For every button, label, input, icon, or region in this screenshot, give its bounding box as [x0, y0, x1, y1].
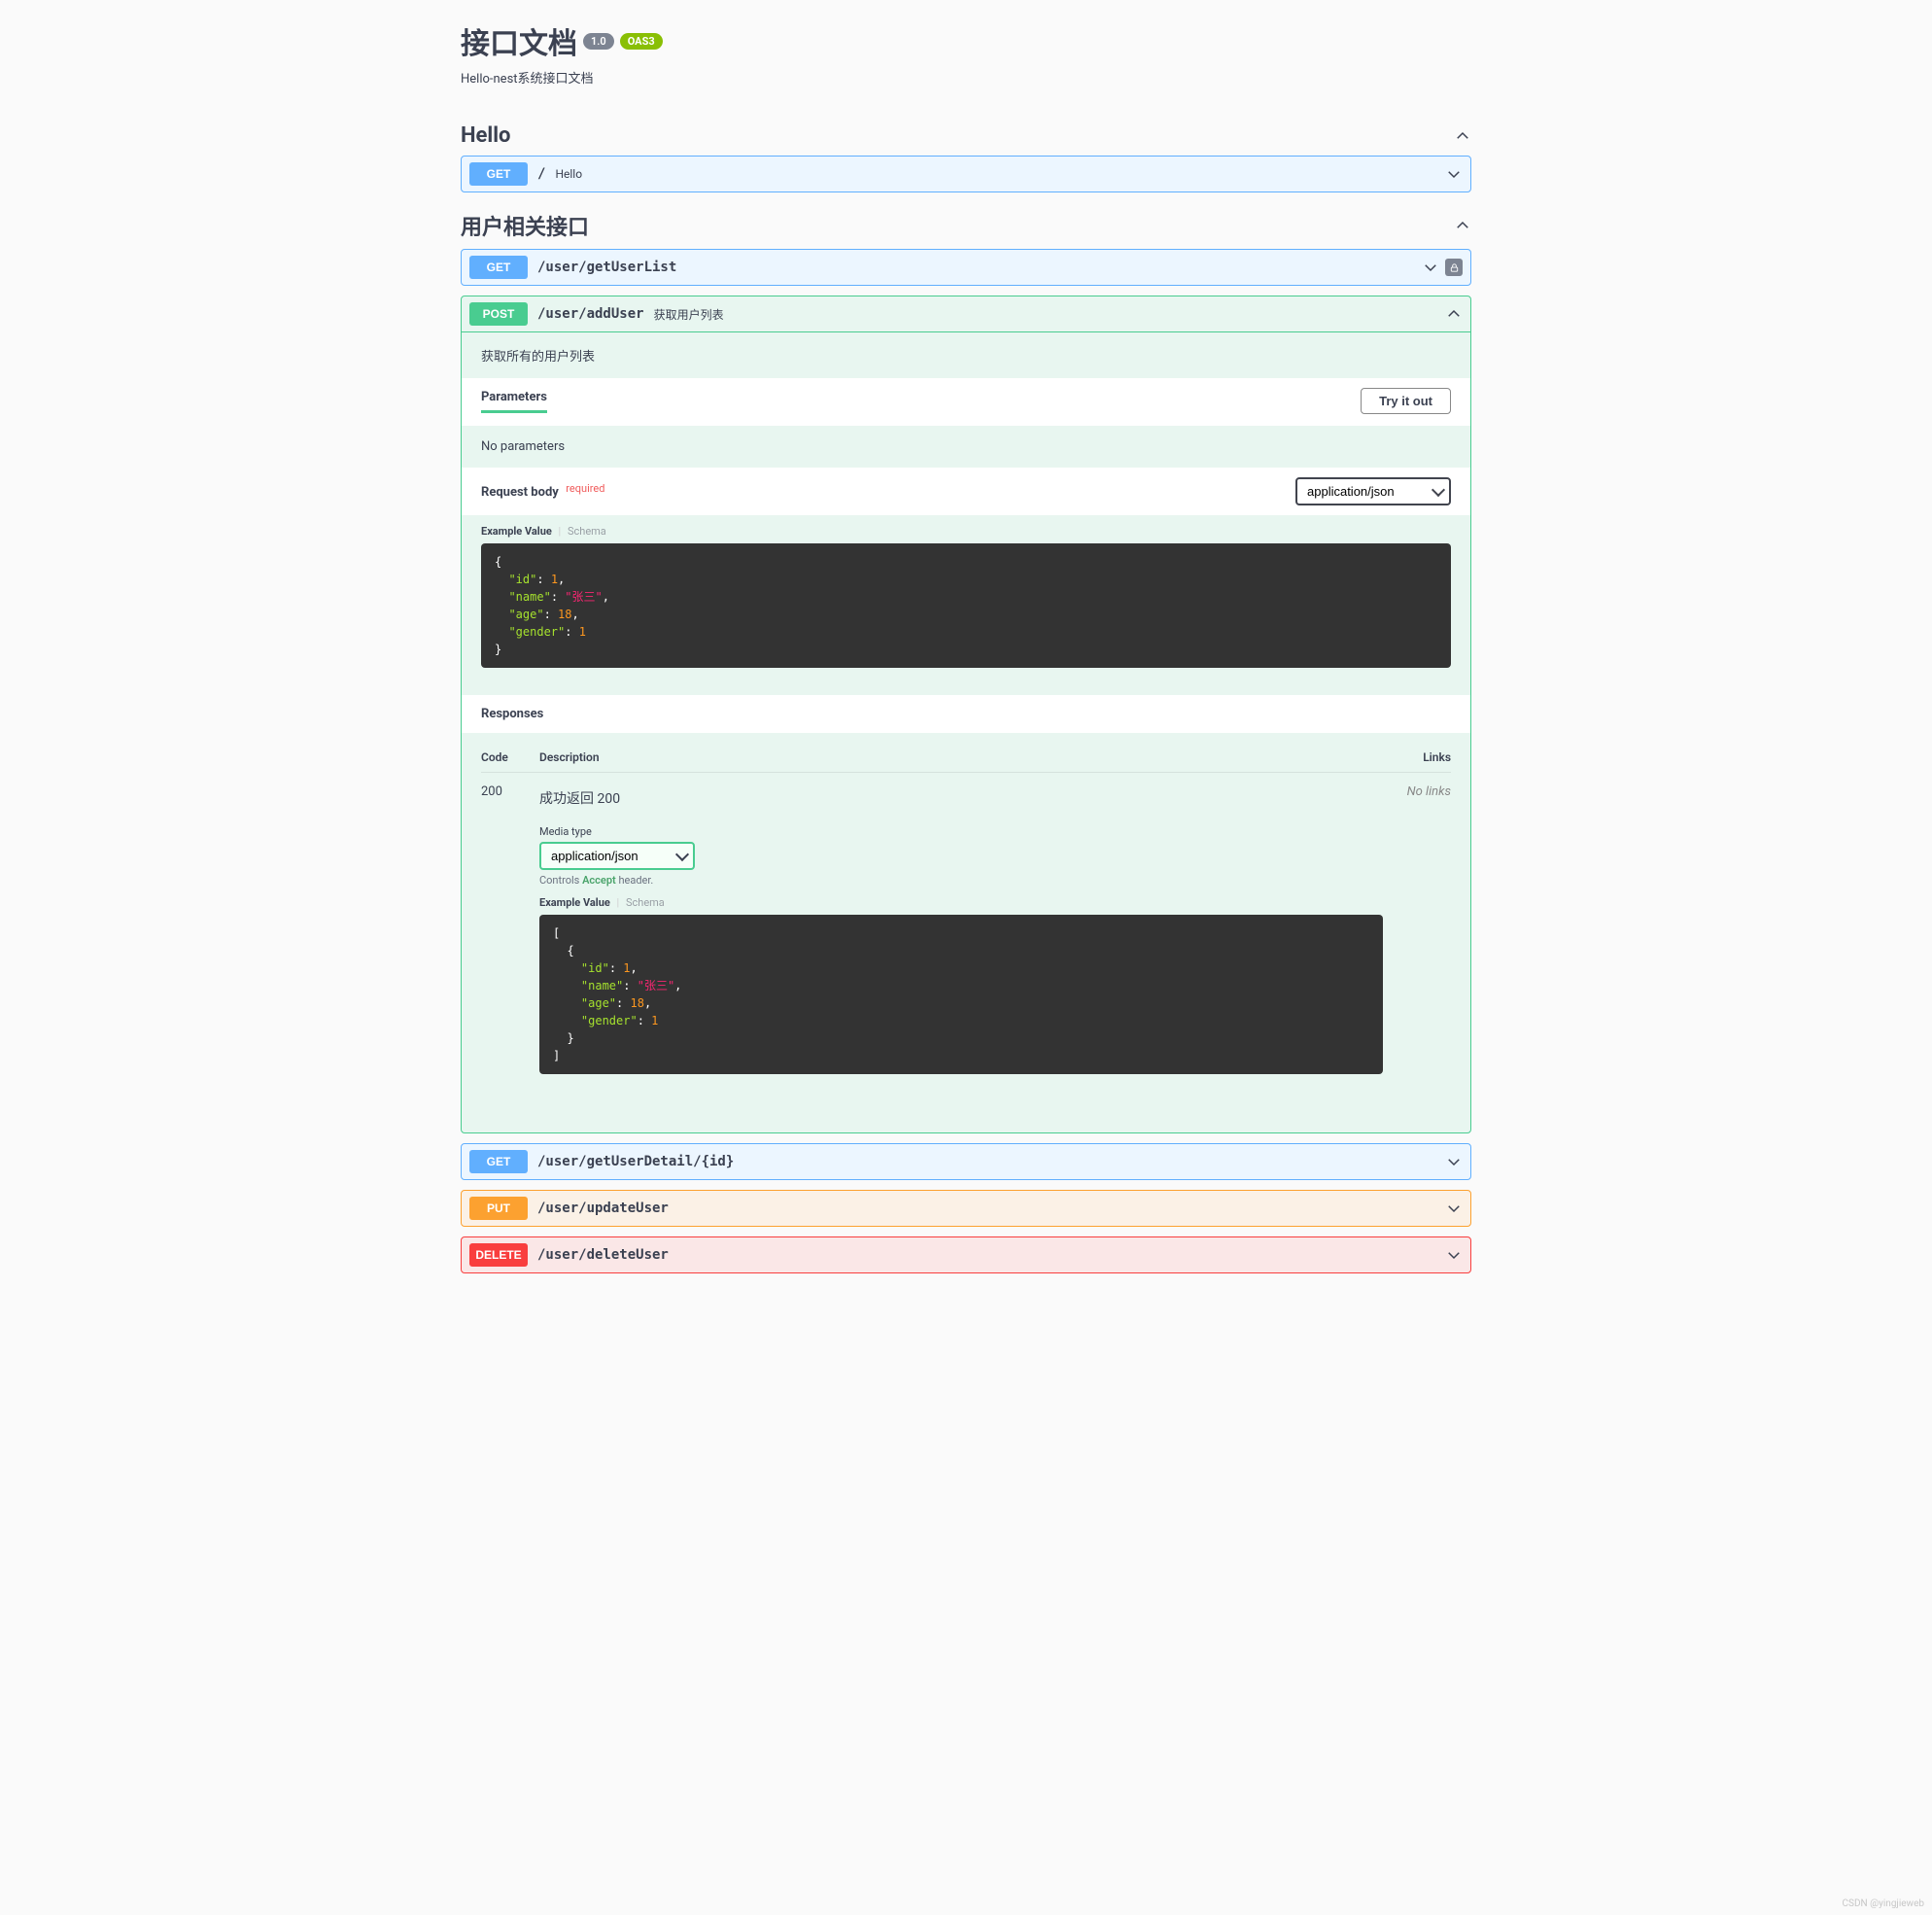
tag-user[interactable]: 用户相关接口: [461, 202, 1471, 249]
no-links-text: No links: [1407, 784, 1451, 799]
op-path: /user/updateUser: [537, 1201, 669, 1216]
chevron-up-icon: [1454, 127, 1471, 145]
method-badge-get: GET: [469, 256, 528, 279]
required-label: required: [566, 482, 604, 495]
lock-icon[interactable]: [1445, 259, 1463, 276]
method-badge-delete: DELETE: [469, 1243, 528, 1267]
response-example-tabs: Example Value | Schema: [539, 887, 1383, 915]
api-title: 接口文档: [461, 19, 577, 62]
responses-header: Responses: [462, 695, 1470, 733]
watermark: CSDN @yingjieweb: [1843, 1898, 1924, 1909]
chevron-down-icon: [1445, 1246, 1463, 1264]
chevron-down-icon: [1422, 259, 1439, 276]
op-path: /user/getUserDetail/{id}: [537, 1154, 734, 1169]
oas-badge: OAS3: [620, 33, 663, 50]
op-summary: Hello: [555, 167, 582, 181]
op-update-user[interactable]: PUT /user/updateUser: [461, 1190, 1471, 1227]
op-get-user-detail[interactable]: GET /user/getUserDetail/{id}: [461, 1143, 1471, 1180]
chevron-up-icon: [1454, 217, 1471, 234]
body-example-tabs: Example Value | Schema: [462, 515, 1470, 543]
chevron-down-icon: [1445, 165, 1463, 183]
chevron-up-icon: [1445, 305, 1463, 323]
tag-hello[interactable]: Hello: [461, 116, 1471, 156]
op-summary: 获取用户列表: [654, 306, 724, 323]
example-value-tab[interactable]: Example Value: [481, 525, 552, 538]
tag-hello-title: Hello: [461, 123, 510, 148]
request-body-example: { "id": 1, "name": "张三", "age": 18, "gen…: [481, 543, 1451, 668]
version-badge: 1.0: [583, 33, 614, 50]
accept-header-note: Controls Accept header.: [539, 874, 1383, 887]
response-description: 成功返回 200: [539, 788, 1383, 808]
example-value-tab[interactable]: Example Value: [539, 896, 610, 909]
response-code: 200: [481, 784, 539, 1101]
op-delete-user[interactable]: DELETE /user/deleteUser: [461, 1236, 1471, 1273]
chevron-down-icon: [1445, 1153, 1463, 1170]
tag-user-title: 用户相关接口: [461, 210, 589, 241]
response-body-example: [ { "id": 1, "name": "张三", "age": 18, "g…: [539, 915, 1383, 1074]
schema-tab[interactable]: Schema: [626, 896, 665, 909]
method-badge-post: POST: [469, 302, 528, 326]
request-body-header: Request body required application/json: [462, 468, 1470, 515]
col-links: Links: [1383, 750, 1451, 764]
op-path: /user/getUserList: [537, 260, 676, 275]
page-title: 接口文档 1.0 OAS3: [461, 19, 1471, 62]
op-add-user: POST /user/addUser 获取用户列表 获取所有的用户列表 Para…: [461, 296, 1471, 1133]
op-get-user-list[interactable]: GET /user/getUserList: [461, 249, 1471, 286]
parameters-tab[interactable]: Parameters: [481, 390, 547, 413]
op-hello-get[interactable]: GET / Hello: [461, 156, 1471, 192]
col-description: Description: [539, 750, 1383, 764]
no-parameters-text: No parameters: [462, 426, 1470, 468]
media-type-label: Media type: [539, 825, 1383, 838]
op-body-description: 获取所有的用户列表: [462, 332, 1470, 378]
method-badge-get: GET: [469, 1150, 528, 1173]
op-path: /: [537, 166, 545, 182]
try-it-out-button[interactable]: Try it out: [1361, 388, 1451, 414]
method-badge-get: GET: [469, 162, 528, 186]
media-type-select[interactable]: application/json: [539, 842, 695, 870]
response-row-200: 200 成功返回 200 Media type application/json…: [481, 773, 1451, 1113]
response-table-head: Code Description Links: [481, 743, 1451, 773]
op-add-user-summary[interactable]: POST /user/addUser 获取用户列表: [462, 296, 1470, 332]
method-badge-put: PUT: [469, 1197, 528, 1220]
schema-tab[interactable]: Schema: [568, 525, 606, 538]
op-path: /user/deleteUser: [537, 1247, 669, 1263]
content-type-select[interactable]: application/json: [1295, 477, 1451, 505]
col-code: Code: [481, 750, 539, 764]
api-description: Hello-nest系统接口文档: [461, 68, 1471, 87]
chevron-down-icon: [1445, 1200, 1463, 1217]
op-path: /user/addUser: [537, 306, 644, 322]
request-body-label: Request body: [481, 485, 559, 500]
